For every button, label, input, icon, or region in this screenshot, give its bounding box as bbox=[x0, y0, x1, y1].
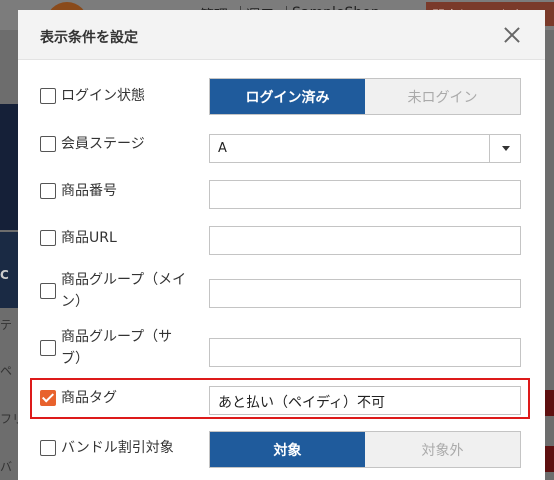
login-status-toggle: ログイン済み 未ログイン bbox=[209, 78, 521, 115]
product-group-main-label: 商品グループ（メイ ン） bbox=[61, 269, 186, 313]
bundle-discount-label: バンドル割引対象 bbox=[61, 440, 174, 456]
display-condition-modal: 表示条件を設定 ログイン状態 ログイン済み 未ログイン 会員ステージ A 商品番… bbox=[18, 10, 545, 480]
option-not-target[interactable]: 対象外 bbox=[365, 432, 520, 467]
product-group-main-label-line2: ン） bbox=[61, 294, 89, 310]
background-sidebar-block bbox=[0, 104, 18, 230]
side-fragment: テ bbox=[0, 318, 13, 332]
modal-header: 表示条件を設定 bbox=[18, 10, 545, 60]
login-status-checkbox-label[interactable]: ログイン状態 bbox=[40, 85, 145, 107]
product-tag-input[interactable]: あと払い（ペイディ）不可 bbox=[209, 386, 521, 415]
product-group-sub-label: 商品グループ（サ ブ） bbox=[61, 326, 172, 370]
product-number-input[interactable] bbox=[209, 180, 521, 209]
member-stage-label: 会員ステージ bbox=[61, 136, 145, 152]
login-status-checkbox[interactable] bbox=[40, 88, 56, 104]
close-icon[interactable] bbox=[501, 24, 523, 46]
product-group-main-checkbox-label[interactable]: 商品グループ（メイ ン） bbox=[40, 269, 186, 313]
product-tag-label: 商品タグ bbox=[61, 390, 117, 406]
product-tag-checkbox-label[interactable]: 商品タグ bbox=[40, 387, 117, 409]
product-group-main-checkbox[interactable] bbox=[40, 283, 56, 299]
product-url-label: 商品URL bbox=[61, 230, 117, 246]
product-group-main-input[interactable] bbox=[209, 279, 521, 308]
product-group-sub-input[interactable] bbox=[209, 338, 521, 367]
bundle-discount-toggle: 対象 対象外 bbox=[209, 431, 521, 468]
background-right-block bbox=[544, 390, 554, 416]
product-url-input[interactable] bbox=[209, 226, 521, 255]
background-right-block bbox=[544, 446, 554, 472]
modal-title: 表示条件を設定 bbox=[40, 30, 138, 46]
product-group-sub-label-line1: 商品グループ（サ bbox=[61, 329, 173, 345]
product-group-sub-checkbox[interactable] bbox=[40, 340, 56, 356]
product-number-label: 商品番号 bbox=[61, 183, 117, 199]
option-not-logged-in[interactable]: 未ログイン bbox=[365, 79, 520, 114]
product-group-sub-label-line2: ブ） bbox=[61, 351, 89, 367]
product-group-main-label-line1: 商品グループ（メイ bbox=[61, 272, 187, 288]
member-stage-value: A bbox=[218, 141, 227, 156]
product-group-sub-checkbox-label[interactable]: 商品グループ（サ ブ） bbox=[40, 326, 172, 370]
product-number-checkbox[interactable] bbox=[40, 183, 56, 199]
login-status-label: ログイン状態 bbox=[61, 88, 145, 104]
bundle-discount-checkbox-label[interactable]: バンドル割引対象 bbox=[40, 437, 174, 459]
bundle-discount-checkbox[interactable] bbox=[40, 440, 56, 456]
product-url-checkbox-label[interactable]: 商品URL bbox=[40, 227, 117, 249]
member-stage-select[interactable]: A bbox=[209, 134, 521, 163]
option-logged-in[interactable]: ログイン済み bbox=[210, 79, 365, 114]
member-stage-checkbox[interactable] bbox=[40, 136, 56, 152]
side-fragment: ペ bbox=[0, 364, 13, 378]
product-number-checkbox-label[interactable]: 商品番号 bbox=[40, 180, 117, 202]
product-tag-checkbox[interactable] bbox=[40, 390, 56, 406]
option-target[interactable]: 対象 bbox=[210, 432, 365, 467]
side-fragment: C bbox=[0, 268, 9, 282]
side-fragment: バ bbox=[0, 460, 13, 474]
member-stage-checkbox-label[interactable]: 会員ステージ bbox=[40, 133, 145, 155]
product-url-checkbox[interactable] bbox=[40, 230, 56, 246]
chevron-down-icon[interactable] bbox=[489, 135, 520, 162]
